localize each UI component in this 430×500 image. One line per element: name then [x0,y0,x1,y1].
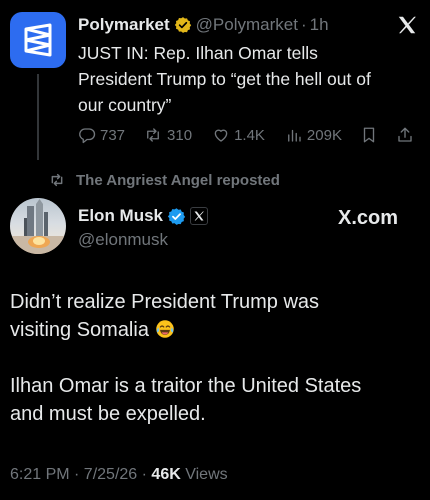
post-line-with-emoji: visiting Somalia [10,316,425,344]
x-affiliate-badge-icon[interactable] [190,207,209,225]
repost-label: The Angriest Angel reposted [76,171,280,189]
reply-button[interactable]: 737 [78,126,125,144]
quoted-post-line: JUST IN: Rep. Ilhan Omar tells [78,43,318,63]
post-meta: 6:21 PM · 7/25/26 · 46K Views [10,466,228,484]
repost-context[interactable]: The Angriest Angel reposted [48,170,280,190]
post-views-count: 46K [151,466,181,483]
elon-musk-avatar[interactable] [10,198,66,254]
laughing-tears-emoji-icon [156,320,174,338]
post-views-label: Views [185,466,228,483]
author-handle[interactable]: @Polymarket [196,15,298,35]
post-paragraph: Ilhan Omar is a traitor the United State… [10,372,425,428]
author-name[interactable]: Elon Musk [78,206,163,226]
author-handle[interactable]: @elonmusk [78,230,168,250]
analytics-icon [287,129,301,142]
post-author-row: Elon Musk [78,204,209,228]
post-line: Didn’t realize President Trump was [10,291,320,313]
post-text: Didn’t realize President Trump was visit… [10,288,425,456]
quoted-post-actions: 737 310 1.4K 209K [78,124,423,146]
polymarket-avatar[interactable] [10,12,66,68]
separator-dot: · [300,15,307,34]
reply-count: 737 [100,126,126,144]
post-timestamp[interactable]: 6:21 PM · 7/25/26 [10,466,137,483]
repost-button[interactable]: 310 [143,126,192,144]
views-count: 209K [306,126,342,144]
reply-icon [79,128,96,144]
polymarket-logo-icon [24,23,52,57]
xcom-label: X.com [338,206,399,229]
like-count: 1.4K [234,126,265,144]
post-line: Ilhan Omar is a traitor the United State… [10,375,362,397]
repost-icon [51,173,63,187]
x-logo-icon [398,16,416,34]
blue-verified-badge-icon[interactable] [167,207,186,226]
quoted-post-line: our country” [78,95,172,115]
quoted-post-line: President Trump to “get the hell out of [78,69,371,89]
gold-verified-badge-icon[interactable] [174,16,192,34]
repost-count: 310 [167,126,193,144]
views-button[interactable]: 209K [285,126,342,144]
quoted-post-text: JUST IN: Rep. Ilhan Omar tells President… [78,40,423,118]
xcom-watermark: X.com [338,204,398,232]
bookmark-button[interactable] [360,126,378,144]
heart-icon [214,129,228,142]
post-time[interactable]: 1h [310,15,329,35]
starship-image [10,199,66,254]
share-icon [398,127,412,142]
separator-dot: · [141,466,152,483]
like-button[interactable]: 1.4K [212,126,265,144]
post-line: and must be expelled. [10,403,206,425]
bookmark-icon [363,127,375,143]
quoted-post-header: Polymarket @Polymarket · 1h [78,12,423,38]
post-line: visiting Somalia [10,319,149,341]
repost-icon [147,128,159,142]
share-button[interactable] [396,126,414,144]
author-name[interactable]: Polymarket [78,15,170,35]
post-paragraph: Didn’t realize President Trump was visit… [10,288,425,344]
thread-line [37,74,39,160]
